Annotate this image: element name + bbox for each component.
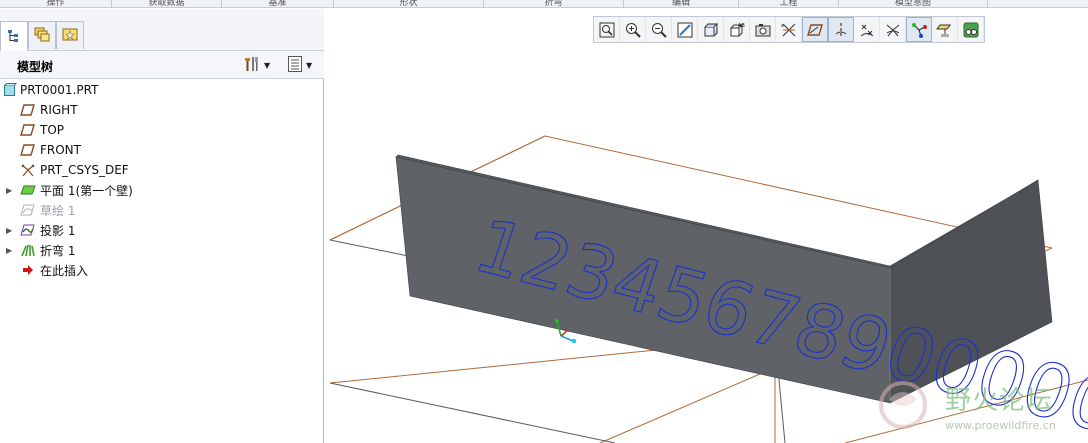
toolbar-button[interactable] [932, 17, 958, 42]
menu-item[interactable]: 编辑 [624, 0, 739, 8]
datum-plane-icon [20, 122, 36, 138]
tree-item[interactable]: PRT_CSYS_DEF [0, 160, 324, 180]
toolbar-button[interactable] [802, 17, 828, 42]
sketch-icon [20, 202, 36, 218]
axis-display-icon [832, 21, 850, 39]
tab-favorites[interactable] [56, 21, 84, 49]
toolbar-button[interactable] [880, 17, 906, 42]
menu-item[interactable]: 折弯 [484, 0, 624, 8]
tree-item-label: PRT_CSYS_DEF [40, 163, 129, 177]
tree-item[interactable]: PRT0001.PRT [0, 80, 324, 100]
flat-wall-icon [20, 182, 36, 198]
list-icon [287, 55, 303, 76]
projection-icon [20, 222, 36, 238]
spin-center-icon [910, 21, 928, 39]
tree-item[interactable]: 在此插入 [0, 260, 324, 280]
menu-item[interactable]: 工程 [739, 0, 839, 8]
expand-arrow-icon[interactable]: ▶ [6, 186, 14, 195]
model-tree-title: 模型树 [17, 60, 54, 74]
tree-item[interactable]: ▶ 折弯 1 [0, 240, 324, 260]
tree-item[interactable]: ▶ 平面 1(第一个壁) [0, 180, 324, 200]
tab-model-tree[interactable] [0, 21, 28, 52]
model-tree-header: 模型树 ▼ ▼ [0, 51, 324, 79]
insert-here-icon [20, 262, 36, 278]
zoom-out-icon [650, 21, 668, 39]
chevron-down-icon: ▼ [306, 60, 313, 70]
tree-item-label: FRONT [40, 143, 81, 157]
expand-arrow-icon[interactable]: ▶ [6, 246, 14, 255]
saved-orientations-icon: AB [728, 21, 746, 39]
navigator-panel: 模型树 ▼ ▼ PRT0001.PRT RIGHT TOP FRONT PRT_… [0, 9, 324, 443]
display-style-icon [702, 21, 720, 39]
datum-display-filters-icon: x [780, 21, 798, 39]
menu-item[interactable]: 基准 [222, 0, 334, 8]
toolbar-button[interactable] [646, 17, 672, 42]
tree-item[interactable]: FRONT [0, 140, 324, 160]
svg-text:AB: AB [738, 23, 745, 29]
favorites-icon [61, 25, 79, 46]
tree-item[interactable]: TOP [0, 120, 324, 140]
menu-item[interactable]: 获取数据 [112, 0, 222, 8]
tree-item-label: 折弯 1 [40, 243, 76, 258]
repaint-icon [676, 21, 694, 39]
plane-display-icon [806, 21, 824, 39]
toolbar-button[interactable] [906, 17, 932, 42]
menu-item[interactable]: 形状 [334, 0, 484, 8]
datum-plane-icon [20, 142, 36, 158]
toolbar-button[interactable] [698, 17, 724, 42]
toolbar-button[interactable] [594, 17, 620, 42]
zoom-in-icon [624, 21, 642, 39]
view-manager-icon [754, 21, 772, 39]
menu-strip: 操作 获取数据 基准 形状 折弯 编辑 工程 模型意图 [0, 0, 1088, 8]
bend-icon [20, 242, 36, 258]
toolbar-button[interactable] [958, 17, 984, 42]
csys-display-icon [884, 21, 902, 39]
tree-item-label: 投影 1 [40, 223, 76, 238]
toolbar-button[interactable] [620, 17, 646, 42]
tree-item-label: RIGHT [40, 103, 78, 117]
toolbar-button[interactable] [672, 17, 698, 42]
point-display-icon [858, 21, 876, 39]
svg-text:x: x [781, 23, 784, 29]
watermark-text: 野火论坛 [945, 386, 1054, 416]
datum-plane-edge [329, 382, 616, 443]
menu-item[interactable]: 操作 [0, 0, 112, 8]
toolbar-button[interactable]: AB [724, 17, 750, 42]
toolbar-button[interactable] [750, 17, 776, 42]
csys-icon [20, 162, 36, 178]
toolbar-button[interactable] [854, 17, 880, 42]
tree-item[interactable]: 草绘 1 [0, 200, 324, 220]
model-tree-icon [6, 28, 22, 47]
tree-show-button[interactable]: ▼ [287, 55, 312, 75]
chevron-down-icon: ▼ [264, 60, 271, 70]
datum-plane-icon [20, 102, 36, 118]
toolbar-button[interactable] [828, 17, 854, 42]
annotation-display-icon [935, 21, 954, 39]
tree-settings-button[interactable]: ▼ [243, 55, 270, 75]
menu-item[interactable]: 模型意图 [839, 0, 988, 8]
tree-item-label: 草绘 1 [40, 203, 76, 218]
toolbar-button[interactable]: x [776, 17, 802, 42]
refit-icon [598, 21, 616, 39]
folder-browser-icon [33, 25, 51, 46]
tools-icon [243, 55, 261, 76]
navigator-tabs [0, 9, 324, 52]
tree-item[interactable]: ▶ 投影 1 [0, 220, 324, 240]
tree-item-label: TOP [40, 123, 65, 137]
appearance-icon [962, 21, 980, 39]
expand-arrow-icon[interactable]: ▶ [6, 226, 14, 235]
part-icon [2, 82, 18, 98]
tree-item[interactable]: RIGHT [0, 100, 324, 120]
watermark-url: www.proewildfire.cn [945, 419, 1056, 432]
tree-item-label: 平面 1(第一个壁) [40, 183, 133, 198]
graphics-toolbar: AB x [593, 16, 985, 43]
tree-item-label: PRT0001.PRT [20, 83, 99, 97]
tab-folder-browser[interactable] [28, 21, 56, 49]
tree-item-label: 在此插入 [40, 263, 89, 278]
